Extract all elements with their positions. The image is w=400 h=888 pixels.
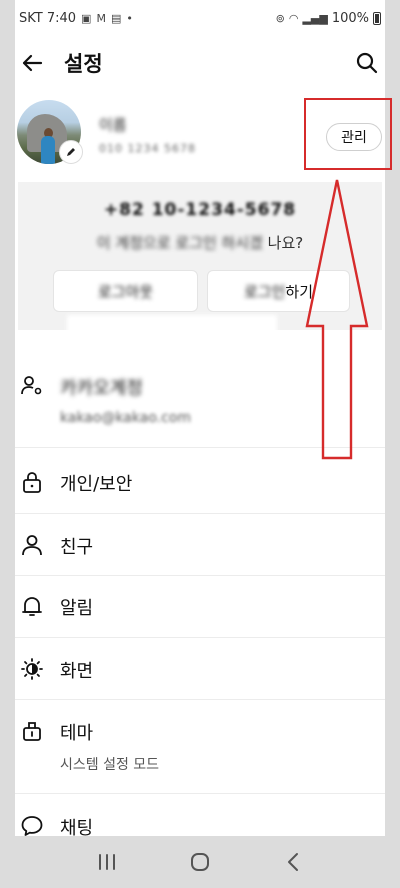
app-bar: 설정 — [15, 38, 385, 86]
edit-profile-button[interactable] — [59, 140, 83, 164]
avatar-person — [41, 136, 55, 164]
wifi-icon: ◠ — [288, 11, 299, 25]
bell-icon — [20, 594, 44, 618]
search-button[interactable] — [351, 47, 383, 79]
person-icon — [20, 533, 44, 557]
arrow-left-icon — [22, 54, 43, 72]
page-title: 설정 — [64, 52, 103, 76]
brightness-icon — [20, 657, 44, 681]
status-bar: SKT 7:40 ▣ M ▤ • ⊚ ◠ ▂▄▆ 100% — [15, 0, 385, 36]
recent-apps-icon — [98, 854, 115, 870]
menu-item-notifications[interactable]: 알림 — [15, 576, 385, 638]
annotation-arrow-up-icon — [305, 179, 369, 460]
menu-item-friends[interactable]: 친구 — [15, 514, 385, 576]
gallery-notification-icon: ▣ — [81, 11, 92, 25]
recent-apps-button[interactable] — [87, 842, 127, 882]
card-question-blurred: 이 계정으로 로그인 하시겠 — [96, 234, 263, 252]
profile-phone: 010 1234 5678 — [99, 142, 196, 155]
system-nav-bar — [0, 836, 400, 888]
lock-icon — [20, 470, 44, 494]
signal-icon: ▂▄▆ — [302, 11, 328, 25]
menu-label-theme: 테마 — [60, 723, 94, 744]
person-gear-icon — [20, 374, 44, 398]
battery-percent: 100% — [331, 10, 369, 26]
card-left-button[interactable]: 로그아웃 — [53, 270, 198, 312]
annotation-highlight-box — [304, 98, 392, 170]
menu-item-display[interactable]: 화면 — [15, 638, 385, 700]
mail-notification-icon: M — [96, 11, 106, 25]
app-notification-icon: ▤ — [110, 11, 122, 25]
card-right-button-label-blurred: 로그인 — [243, 282, 286, 301]
carrier-time: SKT 7:40 — [19, 10, 77, 26]
menu-label-privacy: 개인/보안 — [60, 474, 133, 495]
menu-label-friends: 친구 — [60, 537, 94, 558]
card-question-visible: 나요? — [267, 234, 304, 252]
redaction-strip — [67, 315, 277, 355]
pencil-icon — [67, 148, 75, 156]
menu-label-display: 화면 — [60, 661, 94, 682]
chat-bubble-icon — [20, 814, 44, 838]
menu-sub-account: kakao@kakao.com — [60, 410, 191, 426]
status-right: ⊚ ◠ ▂▄▆ 100% — [276, 11, 381, 26]
back-nav-button[interactable] — [273, 842, 313, 882]
menu-item-theme[interactable]: 테마 시스템 설정 모드 — [15, 700, 385, 794]
back-button[interactable] — [17, 48, 47, 78]
profile-name: 이름 — [99, 116, 127, 134]
status-left: SKT 7:40 ▣ M ▤ • — [19, 11, 133, 26]
home-icon — [190, 853, 209, 871]
battery-icon — [373, 11, 381, 25]
menu-sub-theme: 시스템 설정 모드 — [60, 757, 160, 773]
menu-label-notifications: 알림 — [60, 598, 94, 619]
menu-label-account: 카카오계정 — [60, 378, 143, 399]
home-button[interactable] — [180, 842, 220, 882]
hotspot-icon: ⊚ — [275, 11, 285, 25]
chevron-left-icon — [288, 853, 299, 871]
more-notifications-dot: • — [126, 11, 133, 25]
card-left-button-label: 로그아웃 — [97, 282, 154, 301]
search-icon — [356, 52, 378, 74]
theme-icon — [20, 719, 44, 743]
